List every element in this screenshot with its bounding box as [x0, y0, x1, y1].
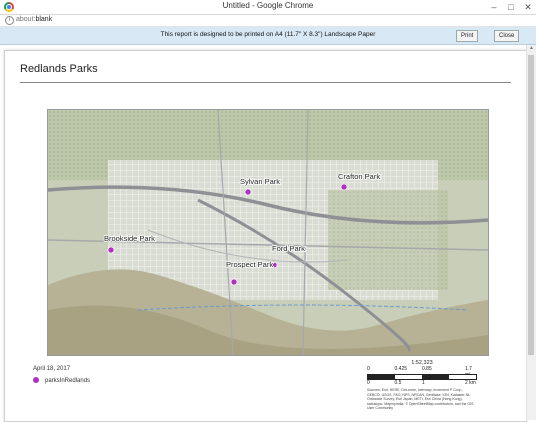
scale-bar: 1:52,323 00.4250.851.7 mi 00.512 km — [367, 360, 477, 386]
map-legend: parksInRedlands — [33, 377, 90, 384]
scroll-up-icon[interactable]: ▲ — [529, 45, 534, 51]
scale-tick-label: 2 km — [465, 380, 476, 386]
scale-tick-label: 0 — [367, 380, 370, 386]
prospect-park-marker[interactable] — [230, 278, 238, 286]
legend-label: parksInRedlands — [45, 378, 91, 384]
scale-mi-ticks: 00.4250.851.7 mi — [367, 366, 477, 378]
map-attribution: Sources: Esri, HERE, DeLorme, Intermap, … — [367, 388, 474, 410]
brookside-park-label: Brookside Park — [104, 234, 155, 243]
scale-km-ticks: 0 0.5 1 2 km — [367, 380, 477, 386]
brookside-park-marker[interactable] — [107, 246, 115, 254]
scale-tick-label: 0.5 — [394, 380, 402, 386]
scale-tick-label: 1 — [422, 380, 425, 386]
scale-tick-label: 0.85 — [422, 366, 432, 372]
info-icon[interactable]: i — [5, 16, 14, 25]
crafton-park-label: Crafton Park — [338, 172, 380, 181]
report-page: Redlands Parks Sylvan Park Crafton Park … — [4, 50, 527, 422]
crafton-park-marker[interactable] — [340, 183, 348, 191]
url-text[interactable]: about:blank — [16, 16, 52, 23]
print-button[interactable]: Print — [456, 30, 479, 42]
report-title: Redlands Parks — [20, 63, 98, 75]
report-date: April 18, 2017 — [33, 366, 71, 372]
minimize-icon[interactable]: – — [486, 0, 502, 14]
title-divider — [20, 82, 511, 83]
ford-park-label: Ford Park — [272, 244, 305, 253]
basemap: Sylvan Park Crafton Park Brookside Park For… — [48, 110, 488, 355]
close-button[interactable]: Close — [494, 30, 520, 42]
close-icon[interactable]: ✕ — [520, 0, 536, 14]
sylvan-park-marker[interactable] — [244, 188, 252, 196]
address-bar[interactable]: i about:blank — [0, 15, 536, 27]
print-notice-bar: This report is designed to be printed on… — [0, 27, 536, 45]
legend-symbol — [33, 377, 39, 383]
scrollbar-thumb[interactable] — [528, 55, 534, 355]
maximize-icon[interactable]: □ — [503, 0, 519, 14]
scale-tick-label: 0 — [367, 366, 370, 372]
sylvan-park-label: Sylvan Park — [240, 177, 280, 186]
window-titlebar: Untitled - Google Chrome – □ ✕ — [0, 0, 536, 15]
window-title: Untitled - Google Chrome — [222, 1, 314, 10]
prospect-park-label: Prospect Park — [226, 260, 273, 269]
vertical-scrollbar[interactable]: ▲ — [526, 45, 536, 420]
map-view[interactable]: Sylvan Park Crafton Park Brookside Park For… — [47, 109, 489, 356]
url-path: blank — [35, 16, 53, 23]
url-prefix: about: — [16, 16, 36, 23]
scale-tick-label: 0.425 — [394, 366, 408, 372]
